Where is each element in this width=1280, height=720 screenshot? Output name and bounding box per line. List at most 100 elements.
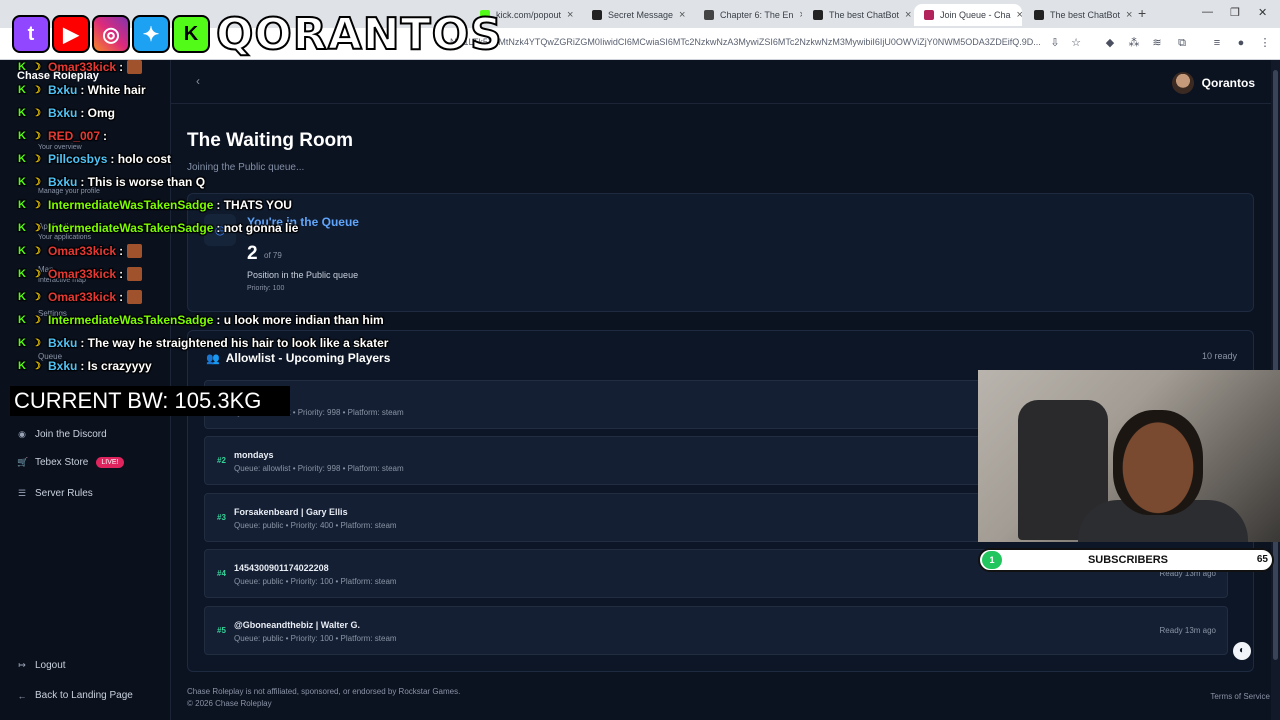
- chat-text: : holo cost: [110, 152, 172, 166]
- tab-favicon-icon: [813, 10, 823, 20]
- back-to-landing-link[interactable]: ← Back to Landing Page: [17, 690, 133, 701]
- chat-message: K ☽ IntermediateWasTakenSadge: u look more…: [18, 313, 384, 327]
- close-tab-icon[interactable]: ×: [905, 9, 911, 21]
- bookmark-star-icon[interactable]: ☆: [1069, 36, 1083, 50]
- allowlist-title: 👥 Allowlist - Upcoming Players: [206, 351, 390, 365]
- extension-icon[interactable]: ◆: [1103, 36, 1117, 50]
- close-tab-icon[interactable]: ×: [799, 9, 802, 21]
- kick-badge-icon: K: [18, 61, 26, 73]
- close-tab-icon[interactable]: ×: [679, 9, 685, 21]
- row-rank: #4: [217, 569, 226, 578]
- browser-tab[interactable]: Chapter 6: The En ×: [694, 4, 802, 26]
- row-player-name: Forsakenbeard | Gary Ellis: [234, 507, 348, 517]
- row-meta: Queue: allowlist • Priority: 998 • Platf…: [234, 464, 404, 473]
- kick-badge-icon: K: [18, 107, 26, 119]
- row-status: Ready 13m ago: [1159, 626, 1216, 635]
- sidebar-item-overview[interactable]: Your overview: [38, 144, 82, 151]
- chat-emote-icon: [127, 60, 143, 74]
- moon-badge-icon: ☽: [32, 268, 41, 280]
- chat-username: Pillcosbys: [48, 152, 108, 166]
- chat-username: Bxku: [48, 336, 78, 350]
- chat-username: Omar33kick: [48, 290, 117, 304]
- chat-username: RED_007: [48, 129, 101, 143]
- rules-icon: ☰: [17, 488, 27, 498]
- close-tab-icon[interactable]: ×: [1126, 9, 1132, 21]
- chat-text: :: [119, 60, 124, 74]
- allowlist-ready-count: 10 ready: [1201, 351, 1237, 361]
- chat-message: K ☽ Omar33kick:: [18, 244, 143, 258]
- chat-text: : White hair: [80, 83, 146, 97]
- moon-badge-icon: ☽: [32, 199, 41, 211]
- install-icon[interactable]: ⇩: [1048, 36, 1062, 50]
- chevron-left-icon[interactable]: ‹: [196, 74, 200, 88]
- browser-tab[interactable]: Secret Message ×: [582, 4, 690, 26]
- chat-username: Omar33kick: [48, 267, 117, 281]
- chat-username: Bxku: [48, 175, 78, 189]
- chat-username: Omar33kick: [48, 60, 117, 74]
- minimize-icon[interactable]: —: [1202, 6, 1213, 18]
- chat-username: Omar33kick: [48, 244, 117, 258]
- chat-text: : u look more indian than him: [216, 313, 384, 327]
- extension-icon[interactable]: ⁂: [1127, 36, 1141, 50]
- moon-badge-icon: ☽: [32, 130, 41, 142]
- logout-button[interactable]: ↦ Logout: [17, 660, 66, 671]
- extension-icon[interactable]: ≋: [1150, 36, 1164, 50]
- cart-icon: 🛒: [17, 457, 29, 467]
- close-tab-icon[interactable]: ×: [1017, 9, 1022, 21]
- subs-goal: 65: [1256, 554, 1268, 565]
- moon-badge-icon: ☽: [32, 176, 41, 188]
- chat-message: K ☽ Bxku: White hair: [18, 83, 146, 97]
- sidebar-item-tebex[interactable]: 🛒 Tebex Store LIVE!: [17, 457, 124, 468]
- page-subtitle: Joining the Public queue...: [187, 162, 305, 173]
- tab-favicon-icon: [592, 10, 602, 20]
- row-player-name: @Gboneandthebiz | Walter G.: [234, 620, 360, 630]
- chat-text: : THATS YOU: [216, 198, 292, 212]
- tab-search-icon[interactable]: ≡: [1210, 36, 1224, 50]
- tab-title: kick.com/popout: [496, 10, 562, 20]
- sidebar-item-profile[interactable]: Manage your profile: [38, 188, 100, 195]
- profile-icon[interactable]: ●: [1234, 36, 1248, 50]
- tab-favicon-icon: [1034, 10, 1044, 20]
- kick-badge-icon: K: [18, 222, 26, 234]
- browser-tab[interactable]: The best ChatBot ×: [1024, 4, 1132, 26]
- tab-title: The best ChatBot: [1050, 10, 1121, 20]
- row-meta: Queue: public • Priority: 100 • Platform…: [234, 634, 397, 643]
- cookie-icon[interactable]: ◐: [1233, 642, 1251, 660]
- chat-message: K ☽ Omar33kick:: [18, 267, 143, 281]
- extensions-puzzle-icon[interactable]: ⧉: [1175, 36, 1189, 50]
- queue-position-label: Position in the Public queue: [247, 270, 359, 280]
- chat-username: Bxku: [48, 83, 78, 97]
- chat-message: K ☽ Bxku: Omg: [18, 106, 115, 120]
- chat-text: : Is crazyyyy: [80, 359, 152, 373]
- close-window-icon[interactable]: ✕: [1258, 6, 1267, 19]
- queue-total: of 79: [264, 251, 282, 260]
- url-text[interactable]: NzI1LTk5YzMtNzk4YTQwZGRiZGM0IiwidCI6MCwi…: [450, 37, 1050, 47]
- top-header: ‹ Qorantos: [171, 60, 1271, 104]
- logout-label: Logout: [35, 660, 66, 671]
- sidebar-item-label: Tebex Store: [35, 457, 89, 468]
- scrollbar-thumb[interactable]: [1273, 70, 1278, 660]
- queue-status-card: ◷ You're in the Queue 2 of 79 Position i…: [187, 193, 1254, 312]
- new-tab-icon[interactable]: +: [1138, 5, 1146, 21]
- tab-title: Chapter 6: The En: [720, 10, 794, 20]
- chat-text: :: [119, 267, 124, 281]
- chat-username: IntermediateWasTakenSadge: [48, 313, 214, 327]
- sidebar-item-your-applications[interactable]: Your applications: [38, 234, 91, 241]
- tab-favicon-icon: [704, 10, 714, 20]
- chat-emote-icon: [127, 267, 143, 281]
- browser-tab[interactable]: Join Queue - Cha ×: [914, 4, 1022, 26]
- queue-priority: Priority: 100: [247, 285, 285, 292]
- menu-dots-icon[interactable]: ⋮: [1258, 36, 1272, 50]
- row-rank: #2: [217, 456, 226, 465]
- chat-message: K ☽ RED_007:: [18, 129, 107, 143]
- close-tab-icon[interactable]: ×: [567, 9, 573, 21]
- sidebar-item-discord[interactable]: ◉ Join the Discord: [17, 429, 107, 440]
- restore-icon[interactable]: ❐: [1230, 6, 1240, 19]
- chat-emote-icon: [127, 290, 143, 304]
- user-menu[interactable]: Qorantos: [1171, 72, 1255, 94]
- terms-link[interactable]: Terms of Service: [1210, 692, 1270, 701]
- row-rank: #5: [217, 626, 226, 635]
- browser-tab[interactable]: The best ChatBot ×: [803, 4, 911, 26]
- sidebar-item-rules[interactable]: ☰ Server Rules: [17, 488, 93, 499]
- webcam-overlay: [978, 370, 1280, 542]
